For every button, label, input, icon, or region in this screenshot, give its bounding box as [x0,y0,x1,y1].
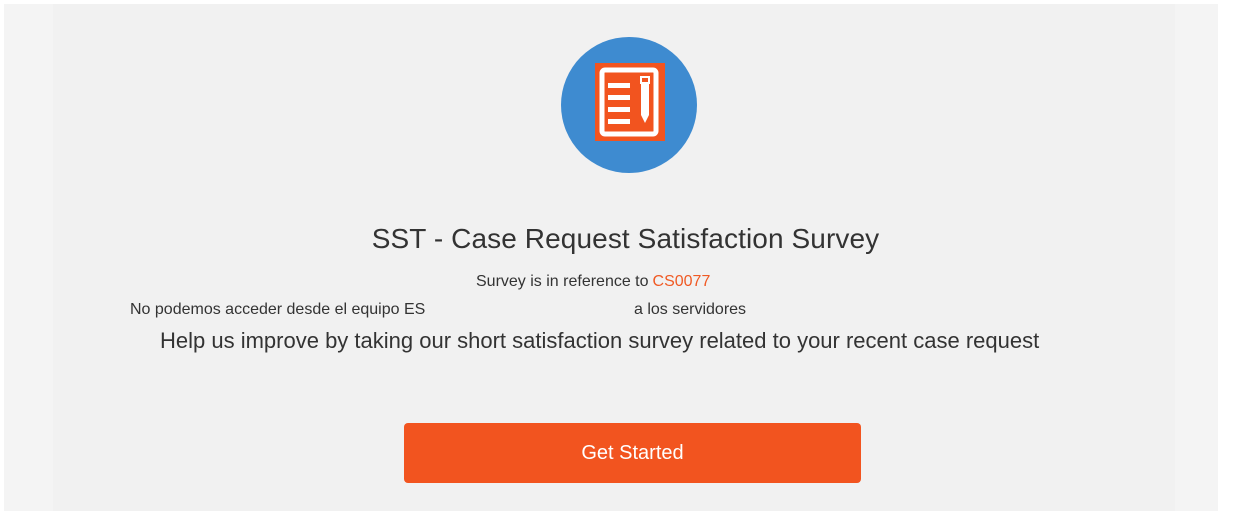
survey-logo [561,37,697,173]
case-description-part1: No podemos acceder desde el equipo ES [130,301,426,318]
get-started-button[interactable]: Get Started [404,423,861,483]
reference-prefix: Survey is in reference to [476,273,649,290]
case-number-link[interactable]: CS0077 [649,273,711,290]
case-description-part2: a los servidores [634,301,747,318]
survey-form-icon [595,63,665,141]
survey-title: SST - Case Request Satisfaction Survey [371,223,880,254]
help-text: Help us improve by taking our short sati… [160,328,1040,353]
survey-reference: Survey is in reference to CS0077 [476,273,710,291]
